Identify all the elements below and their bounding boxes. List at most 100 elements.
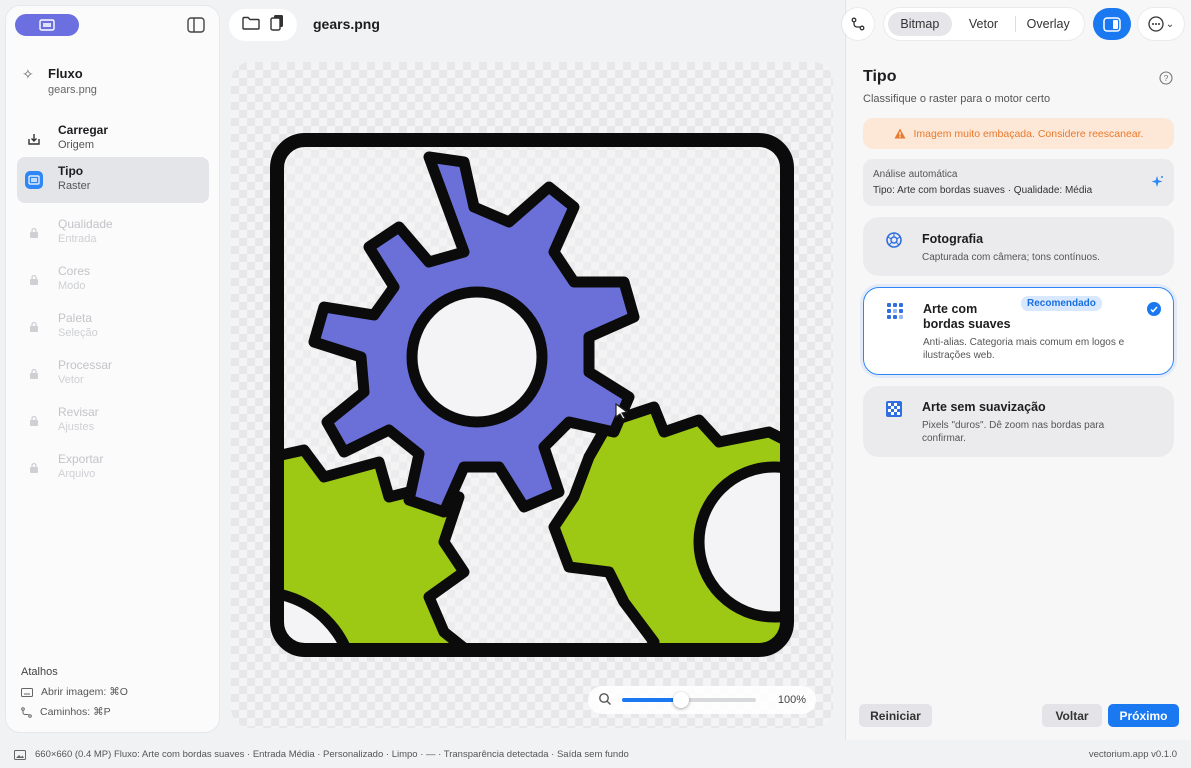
copy-file-button[interactable]	[269, 14, 285, 36]
step-cores: Cores Modo	[17, 257, 209, 303]
next-button[interactable]: Próximo	[1108, 704, 1179, 727]
auto-analysis: Análise automática Tipo: Arte com bordas…	[863, 159, 1174, 206]
status-bar: 660×660 (0.4 MP) Fluxo: Arte com bordas …	[0, 742, 1191, 768]
step-sub: Vetor	[58, 374, 84, 386]
auto-analysis-title: Análise automática	[873, 169, 958, 180]
svg-text:?: ?	[1164, 73, 1169, 83]
upload-icon	[25, 130, 43, 148]
file-name: gears.png	[313, 16, 380, 32]
view-mode-vetor[interactable]: Vetor	[952, 12, 1016, 36]
image-canvas[interactable]	[231, 62, 833, 728]
step-sub: Origem	[58, 139, 95, 151]
image-add-icon	[39, 19, 55, 31]
step-paleta: Paleta Seleção	[17, 304, 209, 350]
shortcut-paths: Caminhos: ⌘P	[21, 706, 111, 718]
option-desc: Anti-alias. Categoria mais comum em logo…	[923, 337, 1125, 361]
shortcut-label: Abrir imagem: ⌘O	[41, 686, 128, 698]
view-mode-segmented: Bitmap Vetor Overlay	[884, 8, 1084, 40]
paths-button[interactable]	[842, 8, 874, 40]
search-icon	[599, 693, 611, 705]
more-options-button[interactable]: ⌄	[1138, 8, 1184, 40]
option-desc: Pixels "duros". Dê zoom nas bordas para …	[922, 420, 1105, 444]
step-sub: Ajustes	[58, 421, 95, 433]
open-folder-button[interactable]	[241, 16, 260, 35]
step-revisar: Revisar Ajustes	[17, 398, 209, 444]
gears-image	[270, 133, 794, 657]
shortcut-open-image: Abrir imagem: ⌘O	[21, 686, 128, 698]
option-title: Arte sem suavização	[922, 400, 1046, 414]
grid-dots-icon	[887, 303, 903, 319]
reset-button[interactable]: Reiniciar	[859, 704, 932, 727]
chevron-down-icon: ⌄	[1165, 18, 1175, 30]
back-button[interactable]: Voltar	[1042, 704, 1102, 727]
step-label: Cores	[58, 264, 91, 278]
step-sub: Raster	[58, 180, 91, 192]
shortcuts-title: Atalhos	[21, 666, 58, 678]
path-icon	[21, 706, 32, 718]
option-fotografia[interactable]: Fotografia Capturada com câmera; tons co…	[863, 217, 1174, 276]
view-mode-overlay[interactable]: Overlay	[1016, 12, 1080, 36]
file-actions	[229, 9, 297, 41]
step-sub: Arquivo	[58, 468, 96, 480]
sidebar-toggle-button[interactable]	[186, 16, 206, 34]
sparkle-icon	[1151, 176, 1163, 187]
lock-icon	[25, 271, 43, 289]
step-label: Revisar	[58, 405, 99, 419]
documents-icon	[269, 15, 283, 31]
keyboard-icon	[21, 687, 33, 697]
step-sub: Modo	[58, 280, 86, 292]
sidebar-right-icon	[1103, 16, 1121, 32]
step-exportar: Exportar Arquivo	[17, 445, 209, 491]
sparkle-icon: ✧	[22, 66, 34, 82]
aperture-icon	[886, 232, 902, 248]
lock-icon	[25, 224, 43, 242]
warning-banner: Imagem muito embaçada. Considere reescan…	[863, 118, 1174, 149]
step-processar: Processar Vetor	[17, 351, 209, 397]
zoom-slider-handle[interactable]	[672, 692, 689, 708]
step-label: Tipo	[58, 164, 84, 178]
option-arte-sem-suavizacao[interactable]: Arte sem suavização Pixels "duros". Dê z…	[863, 386, 1174, 457]
cursor-icon	[615, 402, 629, 420]
sidebar-icon	[187, 17, 205, 33]
option-arte-bordas-suaves[interactable]: Arte com bordas suaves Recomendado Anti-…	[863, 287, 1174, 375]
step-sub: Seleção	[58, 327, 98, 339]
right-panel: Bitmap Vetor Overlay ⌄ Tipo Classifique …	[842, 0, 1191, 740]
step-label: Paleta	[58, 311, 93, 325]
view-mode-bitmap[interactable]: Bitmap	[888, 12, 952, 36]
zoom-slider[interactable]	[622, 692, 756, 708]
page-title: Tipo	[863, 68, 897, 85]
raster-icon	[25, 171, 43, 189]
option-title: Fotografia	[922, 232, 984, 246]
flow-title: Fluxo	[48, 66, 83, 81]
zoom-control: 100%	[588, 686, 816, 714]
inspector-toggle-button[interactable]	[1093, 8, 1131, 40]
option-desc: Capturada com câmera; tons contínuos.	[922, 252, 1100, 263]
check-icon	[1147, 302, 1161, 316]
lock-icon	[25, 365, 43, 383]
sidebar: ✧ Fluxo gears.png Carregar Origem Tipo R…	[6, 6, 219, 732]
warning-icon	[894, 128, 906, 139]
step-label: Qualidade	[58, 217, 113, 231]
help-icon[interactable]: ?	[1159, 71, 1173, 85]
route-icon	[851, 17, 865, 31]
step-sub: Entrada	[58, 233, 97, 245]
step-tipo[interactable]: Tipo Raster	[17, 157, 209, 203]
step-qualidade: Qualidade Entrada	[17, 210, 209, 256]
checker-icon	[886, 401, 902, 417]
step-label: Exportar	[58, 452, 104, 466]
step-carregar[interactable]: Carregar Origem	[17, 116, 209, 162]
ellipsis-circle-icon	[1148, 16, 1164, 32]
step-label: Processar	[58, 358, 113, 372]
warning-text: Imagem muito embaçada. Considere reescan…	[913, 127, 1144, 140]
option-title: Arte com bordas suaves	[923, 302, 1011, 331]
shortcut-label: Caminhos: ⌘P	[40, 706, 111, 718]
recommended-badge: Recomendado	[1021, 296, 1102, 311]
auto-analysis-value: Tipo: Arte com bordas suaves · Qualidade…	[873, 185, 1093, 196]
status-text: 660×660 (0.4 MP) Fluxo: Arte com bordas …	[35, 749, 629, 760]
app-version: vectorium.app v0.1.0	[1088, 749, 1177, 760]
lock-icon	[25, 412, 43, 430]
zoom-level: 100%	[777, 694, 806, 706]
image-icon	[14, 750, 26, 760]
new-image-button[interactable]	[15, 14, 79, 36]
page-subtitle: Classifique o raster para o motor certo	[863, 93, 1051, 105]
